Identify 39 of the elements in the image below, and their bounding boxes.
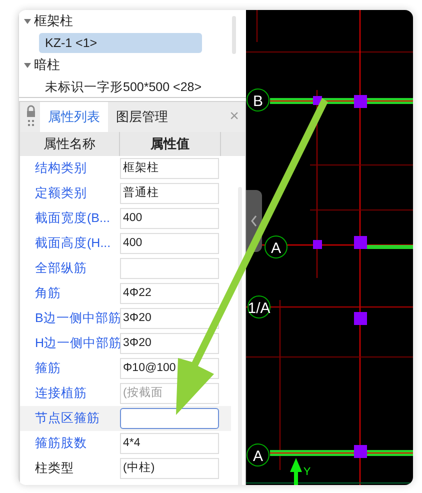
tree-item[interactable]: 暗柱 <box>34 55 60 75</box>
tree-item[interactable]: KZ-1 <1> <box>39 33 202 53</box>
caret-down-icon[interactable] <box>24 62 31 68</box>
property-name[interactable]: 结构类别 <box>20 159 120 178</box>
caret-down-icon[interactable] <box>24 18 31 24</box>
tree-item[interactable]: 框架柱 <box>34 11 73 31</box>
axis-bubble: A <box>264 236 288 258</box>
property-name[interactable]: 定额类别 <box>20 184 120 203</box>
tab[interactable]: 属性列表 <box>40 102 108 132</box>
property-name[interactable]: 全部纵筋 <box>20 259 120 278</box>
value-field[interactable]: 3Φ20 <box>120 333 219 354</box>
axis-label: Y <box>303 466 311 478</box>
property-name[interactable]: 连接植筋 <box>20 384 120 403</box>
value-field[interactable]: (中柱) <box>120 458 219 479</box>
value-field[interactable]: 400 <box>120 233 219 254</box>
tab[interactable]: 图层管理 <box>108 102 176 132</box>
axis-arrow <box>290 458 302 485</box>
axis-bubble: B <box>246 88 270 112</box>
chevron-left-icon <box>250 215 258 227</box>
value-field[interactable]: 4*4 <box>120 433 219 454</box>
property-name[interactable]: B边一侧中部筋 <box>20 309 120 328</box>
tree-item[interactable]: 未标识一字形500*500 <28> <box>39 77 208 97</box>
property-name[interactable]: 角筋 <box>20 284 120 303</box>
value-field[interactable]: 3Φ20 <box>120 308 219 329</box>
column-header: 属性值 <box>120 132 221 156</box>
axis-bubble: A <box>246 444 270 466</box>
property-name[interactable]: 截面宽度(B... <box>20 209 120 228</box>
value-field[interactable]: 框架柱 <box>120 158 219 179</box>
column-header: 属性名称 <box>20 132 120 156</box>
property-name[interactable]: 截面高度(H... <box>20 234 120 253</box>
property-name[interactable]: 箍筋 <box>20 359 120 378</box>
value-field[interactable]: 400 <box>120 208 219 229</box>
value-field[interactable] <box>120 408 219 429</box>
lock-icon[interactable] <box>26 105 36 129</box>
value-field[interactable]: 4Φ22 <box>120 283 219 304</box>
property-name[interactable]: H边一侧中部筋 <box>20 334 120 353</box>
value-field[interactable]: 普通柱 <box>120 183 219 204</box>
property-name[interactable]: 箍筋肢数 <box>20 434 120 453</box>
property-name: 柱类型 <box>34 460 75 478</box>
